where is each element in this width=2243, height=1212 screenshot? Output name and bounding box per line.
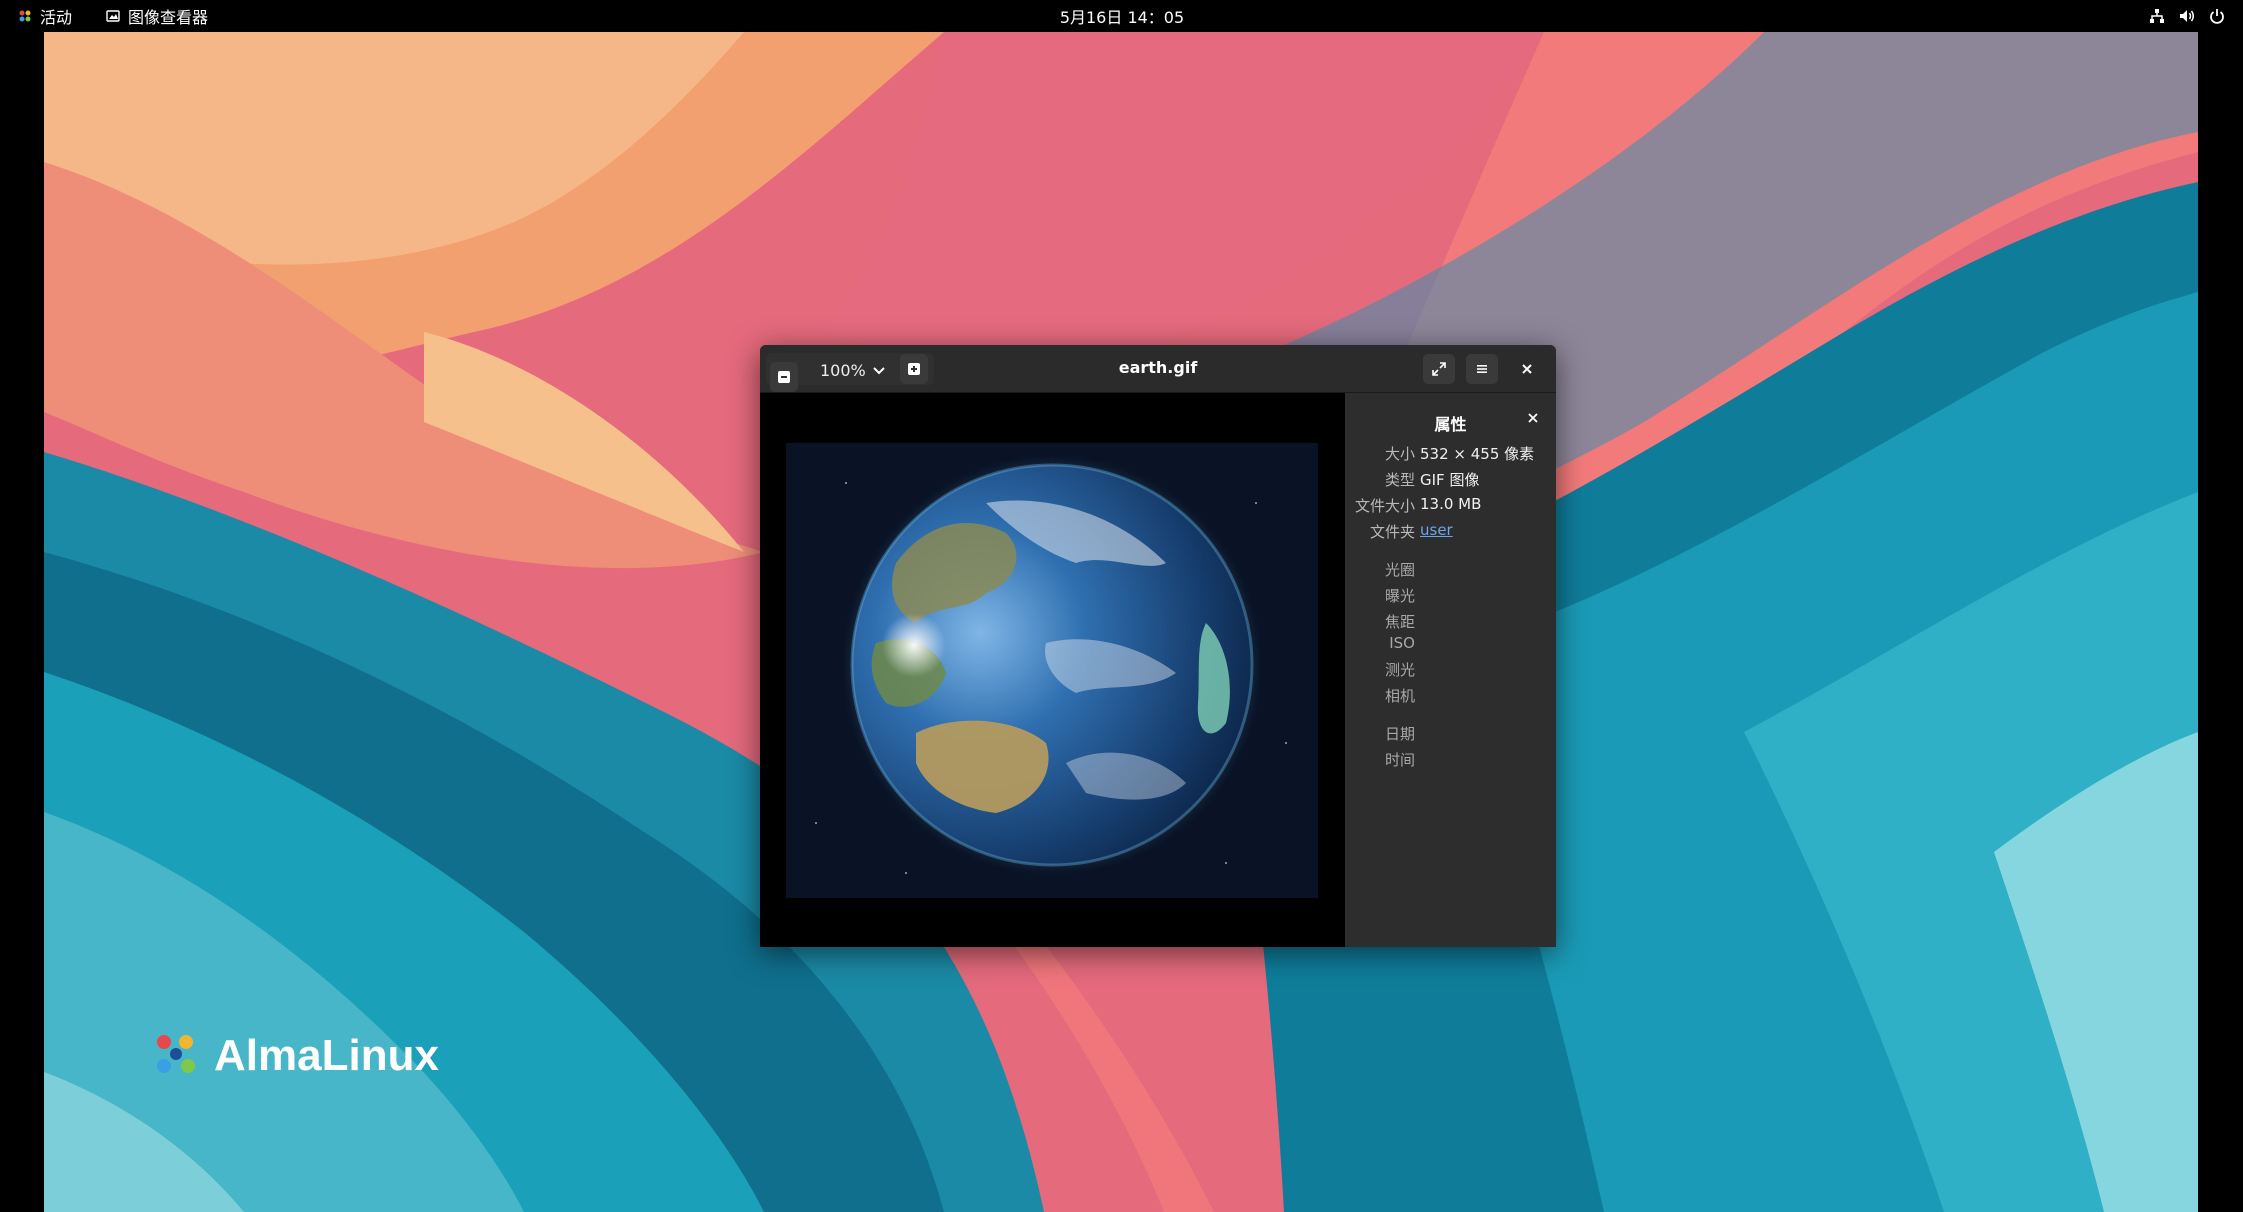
almalinux-logo-icon	[157, 1035, 195, 1073]
volume-icon	[2180, 10, 2194, 22]
exif-time: 时间	[1345, 749, 1556, 771]
network-icon	[2150, 9, 2164, 23]
property-key: 类型	[1384, 471, 1415, 489]
exif-camera: 相机	[1345, 685, 1556, 707]
system-tray[interactable]	[2149, 0, 2225, 32]
window-close-button[interactable]	[1512, 354, 1542, 384]
top-bar: 活动 图像查看器 5月16日 14：05	[0, 0, 2243, 32]
property-key: 大小	[1384, 445, 1415, 463]
almalinux-logo: AlmaLinux	[148, 1028, 439, 1084]
exif-label: 时间	[1384, 751, 1415, 769]
exif-aperture: 光圈	[1345, 559, 1556, 581]
properties-panel: 属性 大小 532 × 455 像素 类型 GIF 图像 文件大小 13.0 M…	[1345, 393, 1556, 947]
zoom-out-button[interactable]	[770, 362, 798, 392]
hamburger-menu-icon	[1477, 365, 1487, 373]
exif-iso: ISO	[1345, 634, 1556, 656]
exif-metering: 测光	[1345, 659, 1556, 681]
folder-link[interactable]: user	[1420, 521, 1453, 539]
activities-button[interactable]: 活动	[18, 0, 72, 32]
image-canvas[interactable]	[760, 393, 1344, 947]
app-menu[interactable]: 图像查看器	[106, 0, 208, 32]
property-key: 文件大小	[1354, 497, 1415, 515]
close-icon	[1522, 364, 1532, 374]
zoom-in-button[interactable]	[900, 354, 928, 384]
exif-label: 测光	[1384, 661, 1415, 679]
exif-focal-length: 焦距	[1345, 611, 1556, 633]
exif-label: 曝光	[1384, 587, 1415, 605]
exif-date: 日期	[1345, 723, 1556, 745]
clock[interactable]: 5月16日 14：05	[1040, 0, 1204, 32]
exif-exposure: 曝光	[1345, 585, 1556, 607]
property-type: 类型 GIF 图像	[1345, 469, 1556, 491]
exif-label: 日期	[1384, 725, 1415, 743]
close-icon	[1528, 413, 1538, 423]
image-viewer-icon	[106, 10, 120, 22]
exif-label: 焦距	[1384, 613, 1415, 631]
zoom-level[interactable]: 100%	[820, 361, 866, 380]
property-key: 文件夹	[1369, 523, 1415, 541]
chevron-down-icon[interactable]	[872, 363, 886, 377]
exif-label: 光圈	[1384, 561, 1415, 579]
fullscreen-icon	[1432, 362, 1446, 376]
zoom-controls: 100%	[766, 353, 934, 392]
exif-label: 相机	[1384, 687, 1415, 705]
activities-label: 活动	[40, 8, 73, 27]
power-icon	[2210, 9, 2224, 24]
image-viewer-window: 100% earth.gif 属性 大小 532 × 455 像素 类型 GIF…	[760, 345, 1556, 947]
almalinux-icon	[19, 10, 31, 22]
logo-text: AlmaLinux	[214, 1031, 439, 1080]
exif-label: ISO	[1389, 634, 1415, 652]
property-value: 532 × 455 像素	[1420, 445, 1535, 463]
fullscreen-button[interactable]	[1423, 354, 1455, 384]
property-value: GIF 图像	[1420, 471, 1480, 489]
zoom-in-icon	[908, 363, 920, 375]
earth-image	[786, 443, 1318, 898]
app-menu-label: 图像查看器	[128, 8, 209, 27]
zoom-out-icon	[778, 371, 790, 383]
window-title: earth.gif	[1118, 358, 1198, 377]
property-file-size: 文件大小 13.0 MB	[1345, 495, 1556, 517]
property-folder: 文件夹 user	[1345, 521, 1556, 543]
earth-globe-render	[786, 443, 1318, 898]
property-size: 大小 532 × 455 像素	[1345, 443, 1556, 465]
header-bar: 100% earth.gif	[760, 345, 1556, 393]
property-value: 13.0 MB	[1420, 495, 1482, 513]
panel-close-button[interactable]	[1524, 409, 1542, 427]
main-menu-button[interactable]	[1466, 354, 1498, 384]
